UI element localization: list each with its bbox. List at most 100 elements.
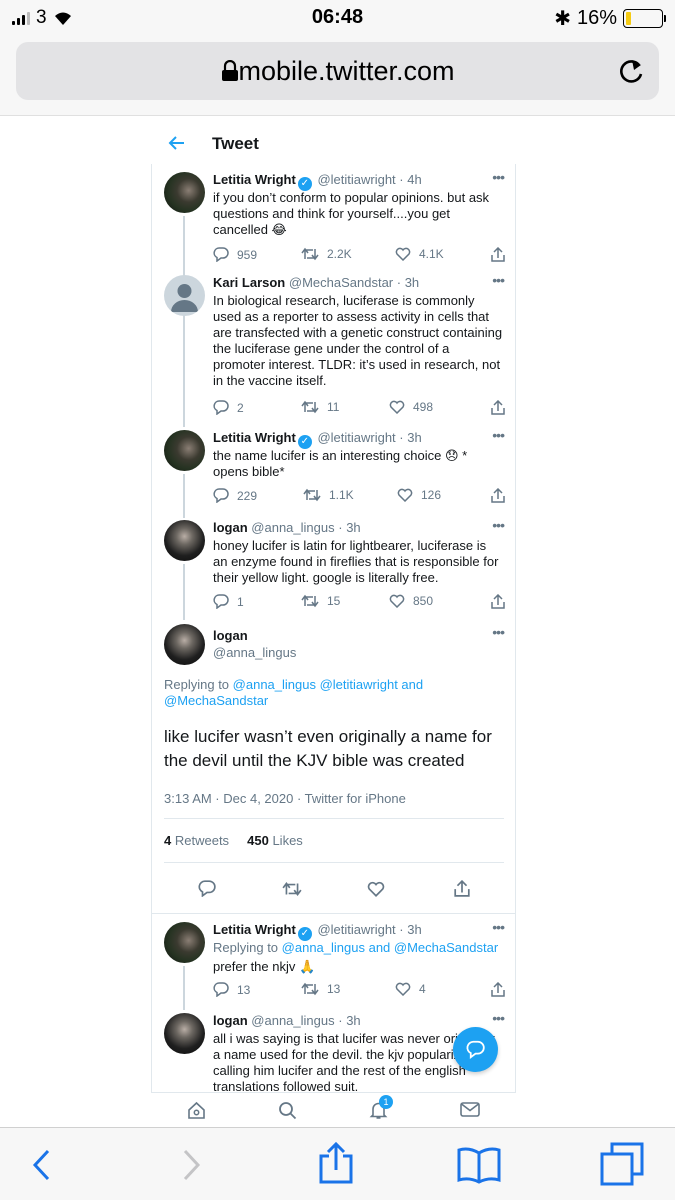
back-icon[interactable]	[31, 1148, 53, 1182]
thread-line	[183, 564, 185, 620]
replying-label: Replying to	[164, 677, 230, 692]
author-name[interactable]: logan	[213, 628, 248, 643]
retweet-button[interactable]: 11	[301, 400, 339, 414]
author-handle: @letitiawright	[317, 430, 396, 445]
avatar[interactable]	[164, 520, 205, 561]
tweet[interactable]: Letitia Wright ✓ @letitiawright · 3h ••• …	[164, 427, 505, 518]
search-icon[interactable]	[278, 1101, 297, 1120]
author-name[interactable]: Letitia Wright	[213, 430, 296, 445]
heart-icon	[395, 247, 411, 261]
retweet-button[interactable]: 15	[301, 594, 340, 608]
reply-button[interactable]: 1	[213, 594, 244, 609]
like-button[interactable]: 850	[389, 594, 433, 608]
like-button[interactable]: 498	[389, 400, 433, 414]
share-button[interactable]	[491, 247, 505, 262]
tweet[interactable]: logan @anna_lingus · 3h ••• honey lucife…	[164, 517, 505, 620]
retweet-icon[interactable]	[282, 881, 302, 897]
url-text: mobile.twitter.com	[238, 56, 455, 86]
share-button[interactable]	[491, 594, 505, 609]
reply-icon[interactable]	[198, 880, 216, 897]
tweet[interactable]: Letitia Wright ✓ @letitiawright · 4h ••• …	[164, 169, 505, 321]
heart-icon	[395, 982, 411, 996]
compose-reply-button[interactable]	[453, 1027, 498, 1072]
more-icon[interactable]: •••	[492, 272, 505, 288]
tweet-header: Letitia Wright ✓ @letitiawright · 3h	[213, 922, 422, 941]
author-name[interactable]: Letitia Wright	[213, 172, 296, 187]
thread-line	[183, 319, 185, 427]
heart-icon	[389, 594, 405, 608]
tweet-header: Letitia Wright ✓ @letitiawright · 4h	[213, 172, 422, 191]
tweet-text: honey lucifer is latin for lightbearer, …	[213, 538, 499, 585]
tweet-time: 3h	[346, 1013, 361, 1028]
heart-icon[interactable]	[367, 881, 385, 897]
retweet-count: 13	[327, 982, 341, 996]
heart-icon	[397, 488, 413, 502]
more-icon[interactable]: •••	[492, 1010, 505, 1026]
more-icon[interactable]: •••	[492, 427, 505, 443]
retweets-stat[interactable]: 4 Retweets	[164, 833, 229, 848]
tweet[interactable]: Kari Larson @MechaSandstar · 3h ••• In b…	[164, 272, 505, 427]
share-button[interactable]	[491, 488, 505, 503]
avatar[interactable]	[164, 430, 205, 471]
share-button[interactable]	[491, 982, 505, 997]
reply-tweet[interactable]: Letitia Wright ✓ @letitiawright · 3h ••• …	[164, 919, 505, 1010]
tweet-time: 3h	[346, 520, 361, 535]
forward-icon[interactable]	[180, 1148, 202, 1182]
author-handle: @anna_lingus	[213, 645, 297, 660]
likes-stat[interactable]: 450 Likes	[247, 833, 303, 848]
back-arrow-icon[interactable]	[168, 135, 186, 151]
more-icon[interactable]: •••	[492, 169, 505, 185]
reply-icon	[213, 982, 229, 997]
retweet-button[interactable]: 2.2K	[301, 247, 352, 261]
author-name[interactable]: Kari Larson	[213, 275, 285, 290]
author-name[interactable]: Letitia Wright	[213, 922, 296, 937]
tweet-timestamp[interactable]: 3:13 AM · Dec 4, 2020 · Twitter for iPho…	[164, 791, 504, 806]
reply-tweet[interactable]: logan @anna_lingus · 3h ••• all i was sa…	[164, 1010, 505, 1103]
share-button[interactable]	[491, 400, 505, 415]
share-icon	[491, 400, 505, 415]
reply-button[interactable]: 13	[213, 982, 250, 997]
like-count: 4.1K	[419, 247, 444, 261]
replying-handles[interactable]: @anna_lingus and @MechaSandstar	[282, 940, 498, 955]
share-icon[interactable]	[318, 1142, 354, 1184]
retweet-button[interactable]: 1.1K	[303, 488, 354, 502]
reply-button[interactable]: 959	[213, 247, 257, 262]
tweet-time: 4h	[407, 172, 422, 187]
like-button[interactable]: 4.1K	[395, 247, 444, 261]
author-name[interactable]: logan	[213, 1013, 248, 1028]
avatar[interactable]	[164, 172, 205, 213]
home-icon[interactable]	[187, 1101, 206, 1120]
thread-line	[183, 966, 185, 1010]
tabs-icon[interactable]	[600, 1142, 644, 1186]
like-button[interactable]: 4	[395, 982, 426, 996]
page-title: Tweet	[212, 134, 259, 153]
retweet-count: 2.2K	[327, 247, 352, 261]
retweets-count: 4	[164, 833, 172, 848]
like-button[interactable]: 126	[397, 488, 441, 502]
bottom-navigation: 1	[151, 1092, 516, 1127]
reply-button[interactable]: 229	[213, 488, 257, 503]
address-bar[interactable]: mobile.twitter.com	[16, 42, 659, 100]
share-icon[interactable]	[454, 880, 470, 897]
retweet-icon	[301, 400, 319, 414]
avatar[interactable]	[164, 922, 205, 963]
avatar[interactable]	[164, 624, 205, 665]
more-icon[interactable]: •••	[492, 624, 505, 640]
avatar[interactable]	[164, 1013, 205, 1054]
author-name[interactable]: logan	[213, 520, 248, 535]
reload-icon[interactable]	[617, 56, 645, 86]
bookmarks-icon[interactable]	[457, 1146, 501, 1184]
more-icon[interactable]: •••	[492, 919, 505, 935]
tweet-text: prefer the nkjv 🙏	[213, 959, 316, 974]
status-bar: 3 06:48 ✱ 16%	[0, 0, 675, 36]
tweet-actions: 2 11 498	[213, 400, 505, 416]
reply-button[interactable]: 2	[213, 400, 244, 415]
retweet-button[interactable]: 13	[301, 982, 340, 996]
more-icon[interactable]: •••	[492, 517, 505, 533]
share-icon	[491, 594, 505, 609]
avatar[interactable]	[164, 275, 205, 316]
reply-count: 2	[237, 400, 244, 415]
tweet-header: Kari Larson @MechaSandstar · 3h	[213, 275, 420, 290]
messages-icon[interactable]	[460, 1101, 480, 1118]
notification-badge: 1	[379, 1095, 393, 1109]
